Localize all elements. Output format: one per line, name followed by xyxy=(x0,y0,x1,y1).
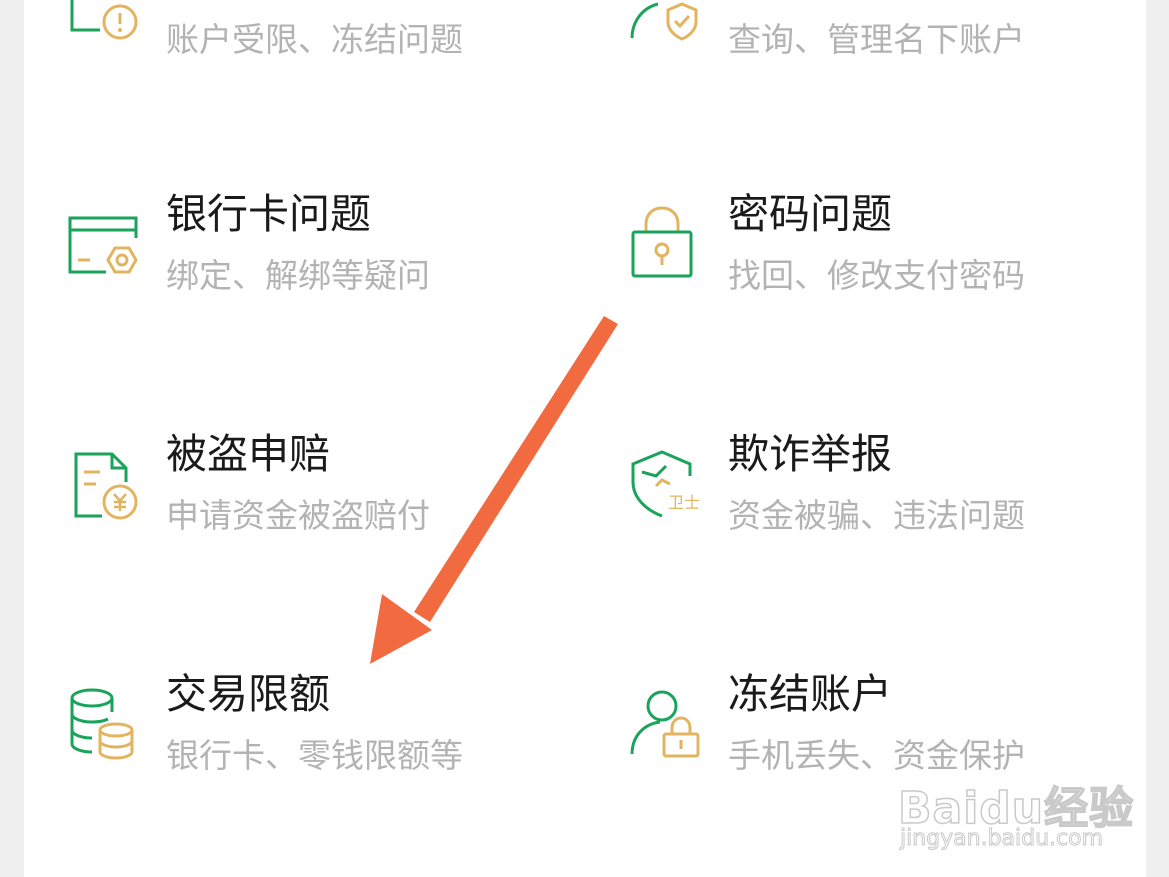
service-item-desc: 银行卡、零钱限额等 xyxy=(166,736,463,775)
coin-stack-icon xyxy=(66,672,146,760)
service-item-title: 银行卡问题 xyxy=(166,190,371,238)
service-item-transaction-limit[interactable]: 交易限额 银行卡、零钱限额等 xyxy=(66,670,586,822)
svg-text:卫士: 卫士 xyxy=(668,493,700,512)
service-item-password[interactable]: 密码问题 找回、修改支付密码 xyxy=(628,190,1148,342)
fraud-shield-icon: 卫士 xyxy=(628,432,708,518)
service-item-title: 交易限额 xyxy=(166,670,330,718)
service-item-desc: 绑定、解绑等疑问 xyxy=(166,256,430,295)
lock-icon xyxy=(628,192,708,278)
service-item-account-manage[interactable]: 查询、管理名下账户 xyxy=(628,0,1148,92)
service-item-fraud-report[interactable]: 卫士 欺诈举报 资金被骗、违法问题 xyxy=(628,430,1148,582)
service-item-title: 冻结账户 xyxy=(728,670,892,718)
claim-document-icon xyxy=(66,432,146,520)
service-item-desc: 账户受限、冻结问题 xyxy=(166,20,463,59)
service-item-title: 欺诈举报 xyxy=(728,430,892,478)
service-item-title: 被盗申赔 xyxy=(166,430,330,478)
service-item-theft-claim[interactable]: 被盗申赔 申请资金被盗赔付 xyxy=(66,430,586,582)
account-alert-icon xyxy=(66,0,146,40)
service-item-title: 密码问题 xyxy=(728,190,892,238)
service-item-desc: 资金被骗、违法问题 xyxy=(728,496,1025,535)
service-item-account-restricted[interactable]: 账户受限、冻结问题 xyxy=(66,0,586,92)
service-item-desc: 找回、修改支付密码 xyxy=(728,256,1025,295)
watermark-url: jingyan.baidu.com xyxy=(899,826,1104,852)
user-lock-icon xyxy=(628,672,708,758)
bank-card-icon xyxy=(66,192,146,274)
user-shield-icon xyxy=(628,0,708,41)
baidu-jingyan-watermark: Baidu经验 jingyan.baidu.com xyxy=(897,772,1134,862)
service-item-desc: 查询、管理名下账户 xyxy=(728,20,1025,59)
service-item-bank-card[interactable]: 银行卡问题 绑定、解绑等疑问 xyxy=(66,190,586,342)
service-item-desc: 申请资金被盗赔付 xyxy=(166,496,430,535)
service-item-desc: 手机丢失、资金保护 xyxy=(728,736,1025,775)
